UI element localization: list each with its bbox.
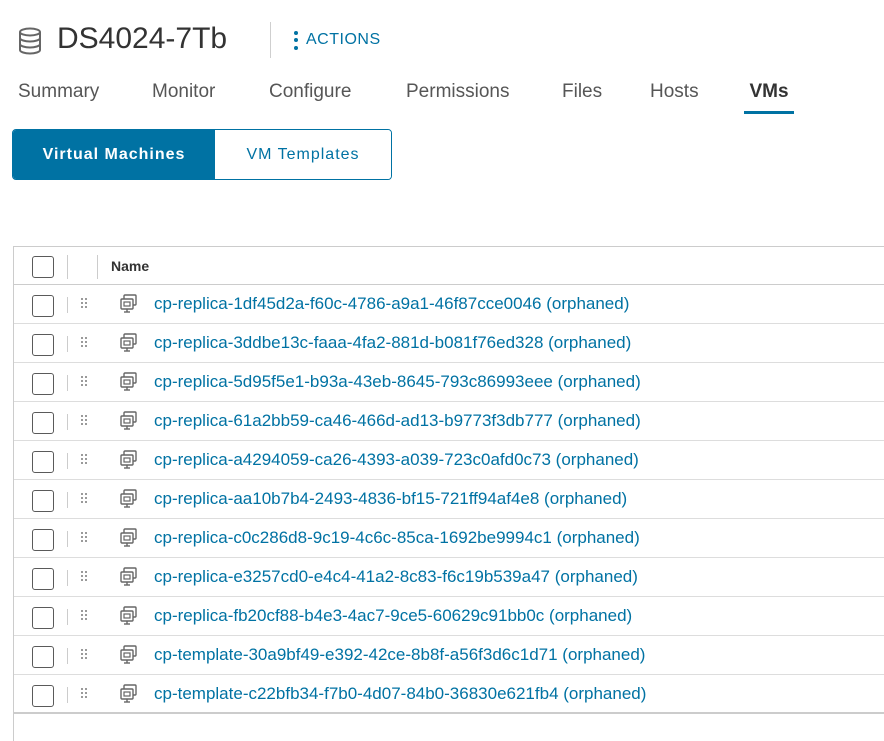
vm-datagrid: Name cp-replica-1df45d2a-f60c-4786-a9a1-…: [13, 246, 884, 741]
drag-handle-icon[interactable]: [81, 454, 89, 464]
kebab-icon: [294, 30, 298, 50]
vm-icon: [120, 489, 137, 508]
row-checkbox[interactable]: [32, 607, 54, 629]
select-all-checkbox[interactable]: [32, 256, 54, 278]
vm-icon: [120, 684, 137, 703]
column-divider: [67, 648, 68, 664]
column-divider: [67, 453, 68, 469]
column-divider: [67, 336, 68, 352]
view-toggle: Virtual Machines VM Templates: [12, 129, 392, 180]
vm-name-link[interactable]: cp-replica-1df45d2a-f60c-4786-a9a1-46f87…: [154, 294, 629, 314]
column-divider: [67, 414, 68, 430]
drag-handle-icon[interactable]: [81, 532, 89, 542]
vm-name-link[interactable]: cp-replica-fb20cf88-b4e3-4ac7-9ce5-60629…: [154, 606, 632, 626]
row-checkbox[interactable]: [32, 529, 54, 551]
table-row[interactable]: cp-replica-a4294059-ca26-4393-a039-723c0…: [14, 441, 884, 480]
row-checkbox[interactable]: [32, 295, 54, 317]
grid-footer-divider: [14, 712, 884, 714]
row-checkbox[interactable]: [32, 373, 54, 395]
row-checkbox[interactable]: [32, 334, 54, 356]
drag-handle-icon[interactable]: [81, 610, 89, 620]
column-divider: [67, 375, 68, 391]
vm-name-link[interactable]: cp-replica-c0c286d8-9c19-4c6c-85ca-1692b…: [154, 528, 640, 548]
vm-templates-button[interactable]: VM Templates: [215, 130, 391, 179]
drag-handle-icon[interactable]: [81, 376, 89, 386]
tab-hosts[interactable]: Hosts: [650, 80, 699, 114]
vm-icon: [120, 411, 137, 430]
column-divider: [67, 609, 68, 625]
table-row[interactable]: cp-replica-fb20cf88-b4e3-4ac7-9ce5-60629…: [14, 597, 884, 636]
row-checkbox[interactable]: [32, 490, 54, 512]
page-title: DS4024-7Tb: [57, 22, 228, 55]
table-row[interactable]: cp-replica-aa10b7b4-2493-4836-bf15-721ff…: [14, 480, 884, 519]
row-checkbox[interactable]: [32, 646, 54, 668]
column-divider: [67, 492, 68, 508]
column-divider[interactable]: [97, 255, 98, 279]
drag-handle-icon[interactable]: [81, 571, 89, 581]
drag-handle-icon[interactable]: [81, 493, 89, 503]
table-row[interactable]: cp-template-c22bfb34-f7b0-4d07-84b0-3683…: [14, 675, 884, 714]
vm-name-link[interactable]: cp-template-c22bfb34-f7b0-4d07-84b0-3683…: [154, 684, 646, 704]
drag-handle-icon[interactable]: [81, 415, 89, 425]
vm-icon: [120, 606, 137, 625]
table-row[interactable]: cp-replica-5d95f5e1-b93a-43eb-8645-793c8…: [14, 363, 884, 402]
header-divider: [270, 22, 271, 58]
tab-summary[interactable]: Summary: [18, 80, 99, 114]
row-checkbox[interactable]: [32, 568, 54, 590]
vm-icon: [120, 333, 137, 352]
tab-files[interactable]: Files: [562, 80, 602, 114]
object-header: DS4024-7Tb ACTIONS: [0, 0, 884, 76]
column-divider: [67, 687, 68, 703]
table-row[interactable]: cp-template-30a9bf49-e392-42ce-8b8f-a56f…: [14, 636, 884, 675]
row-checkbox[interactable]: [32, 412, 54, 434]
virtual-machines-button[interactable]: Virtual Machines: [13, 130, 215, 179]
actions-menu-button[interactable]: ACTIONS: [294, 28, 381, 52]
tab-monitor[interactable]: Monitor: [152, 80, 215, 114]
drag-handle-icon[interactable]: [81, 337, 89, 347]
column-divider: [67, 255, 68, 279]
tab-permissions[interactable]: Permissions: [406, 80, 509, 114]
vm-name-link[interactable]: cp-replica-5d95f5e1-b93a-43eb-8645-793c8…: [154, 372, 641, 392]
datastore-vms-page: DS4024-7Tb ACTIONS Summary Monitor Confi…: [0, 0, 884, 741]
actions-label: ACTIONS: [306, 31, 381, 48]
column-header-name[interactable]: Name: [111, 258, 149, 274]
row-checkbox[interactable]: [32, 685, 54, 707]
column-divider: [67, 297, 68, 313]
table-row[interactable]: cp-replica-61a2bb59-ca46-466d-ad13-b9773…: [14, 402, 884, 441]
table-row[interactable]: cp-replica-e3257cd0-e4c4-41a2-8c83-f6c19…: [14, 558, 884, 597]
vm-name-link[interactable]: cp-template-30a9bf49-e392-42ce-8b8f-a56f…: [154, 645, 645, 665]
drag-handle-icon[interactable]: [81, 688, 89, 698]
tab-configure[interactable]: Configure: [269, 80, 351, 114]
column-divider: [67, 570, 68, 586]
vm-name-link[interactable]: cp-replica-aa10b7b4-2493-4836-bf15-721ff…: [154, 489, 627, 509]
row-checkbox[interactable]: [32, 451, 54, 473]
vm-name-link[interactable]: cp-replica-61a2bb59-ca46-466d-ad13-b9773…: [154, 411, 641, 431]
vm-icon: [120, 567, 137, 586]
column-divider: [67, 531, 68, 547]
vm-icon: [120, 372, 137, 391]
tab-bar: Summary Monitor Configure Permissions Fi…: [0, 76, 884, 114]
vm-icon: [120, 528, 137, 547]
table-row[interactable]: cp-replica-3ddbe13c-faaa-4fa2-881d-b081f…: [14, 324, 884, 363]
drag-handle-icon[interactable]: [81, 298, 89, 308]
vm-icon: [120, 645, 137, 664]
tab-vms[interactable]: VMs: [744, 80, 794, 114]
vm-name-link[interactable]: cp-replica-3ddbe13c-faaa-4fa2-881d-b081f…: [154, 333, 631, 353]
vm-icon: [120, 294, 137, 313]
table-row[interactable]: cp-replica-1df45d2a-f60c-4786-a9a1-46f87…: [14, 285, 884, 324]
drag-handle-icon[interactable]: [81, 649, 89, 659]
database-icon: [19, 27, 41, 55]
vm-name-link[interactable]: cp-replica-a4294059-ca26-4393-a039-723c0…: [154, 450, 639, 470]
vm-name-link[interactable]: cp-replica-e3257cd0-e4c4-41a2-8c83-f6c19…: [154, 567, 638, 587]
table-row[interactable]: cp-replica-c0c286d8-9c19-4c6c-85ca-1692b…: [14, 519, 884, 558]
vm-icon: [120, 450, 137, 469]
grid-header: Name: [14, 247, 884, 285]
